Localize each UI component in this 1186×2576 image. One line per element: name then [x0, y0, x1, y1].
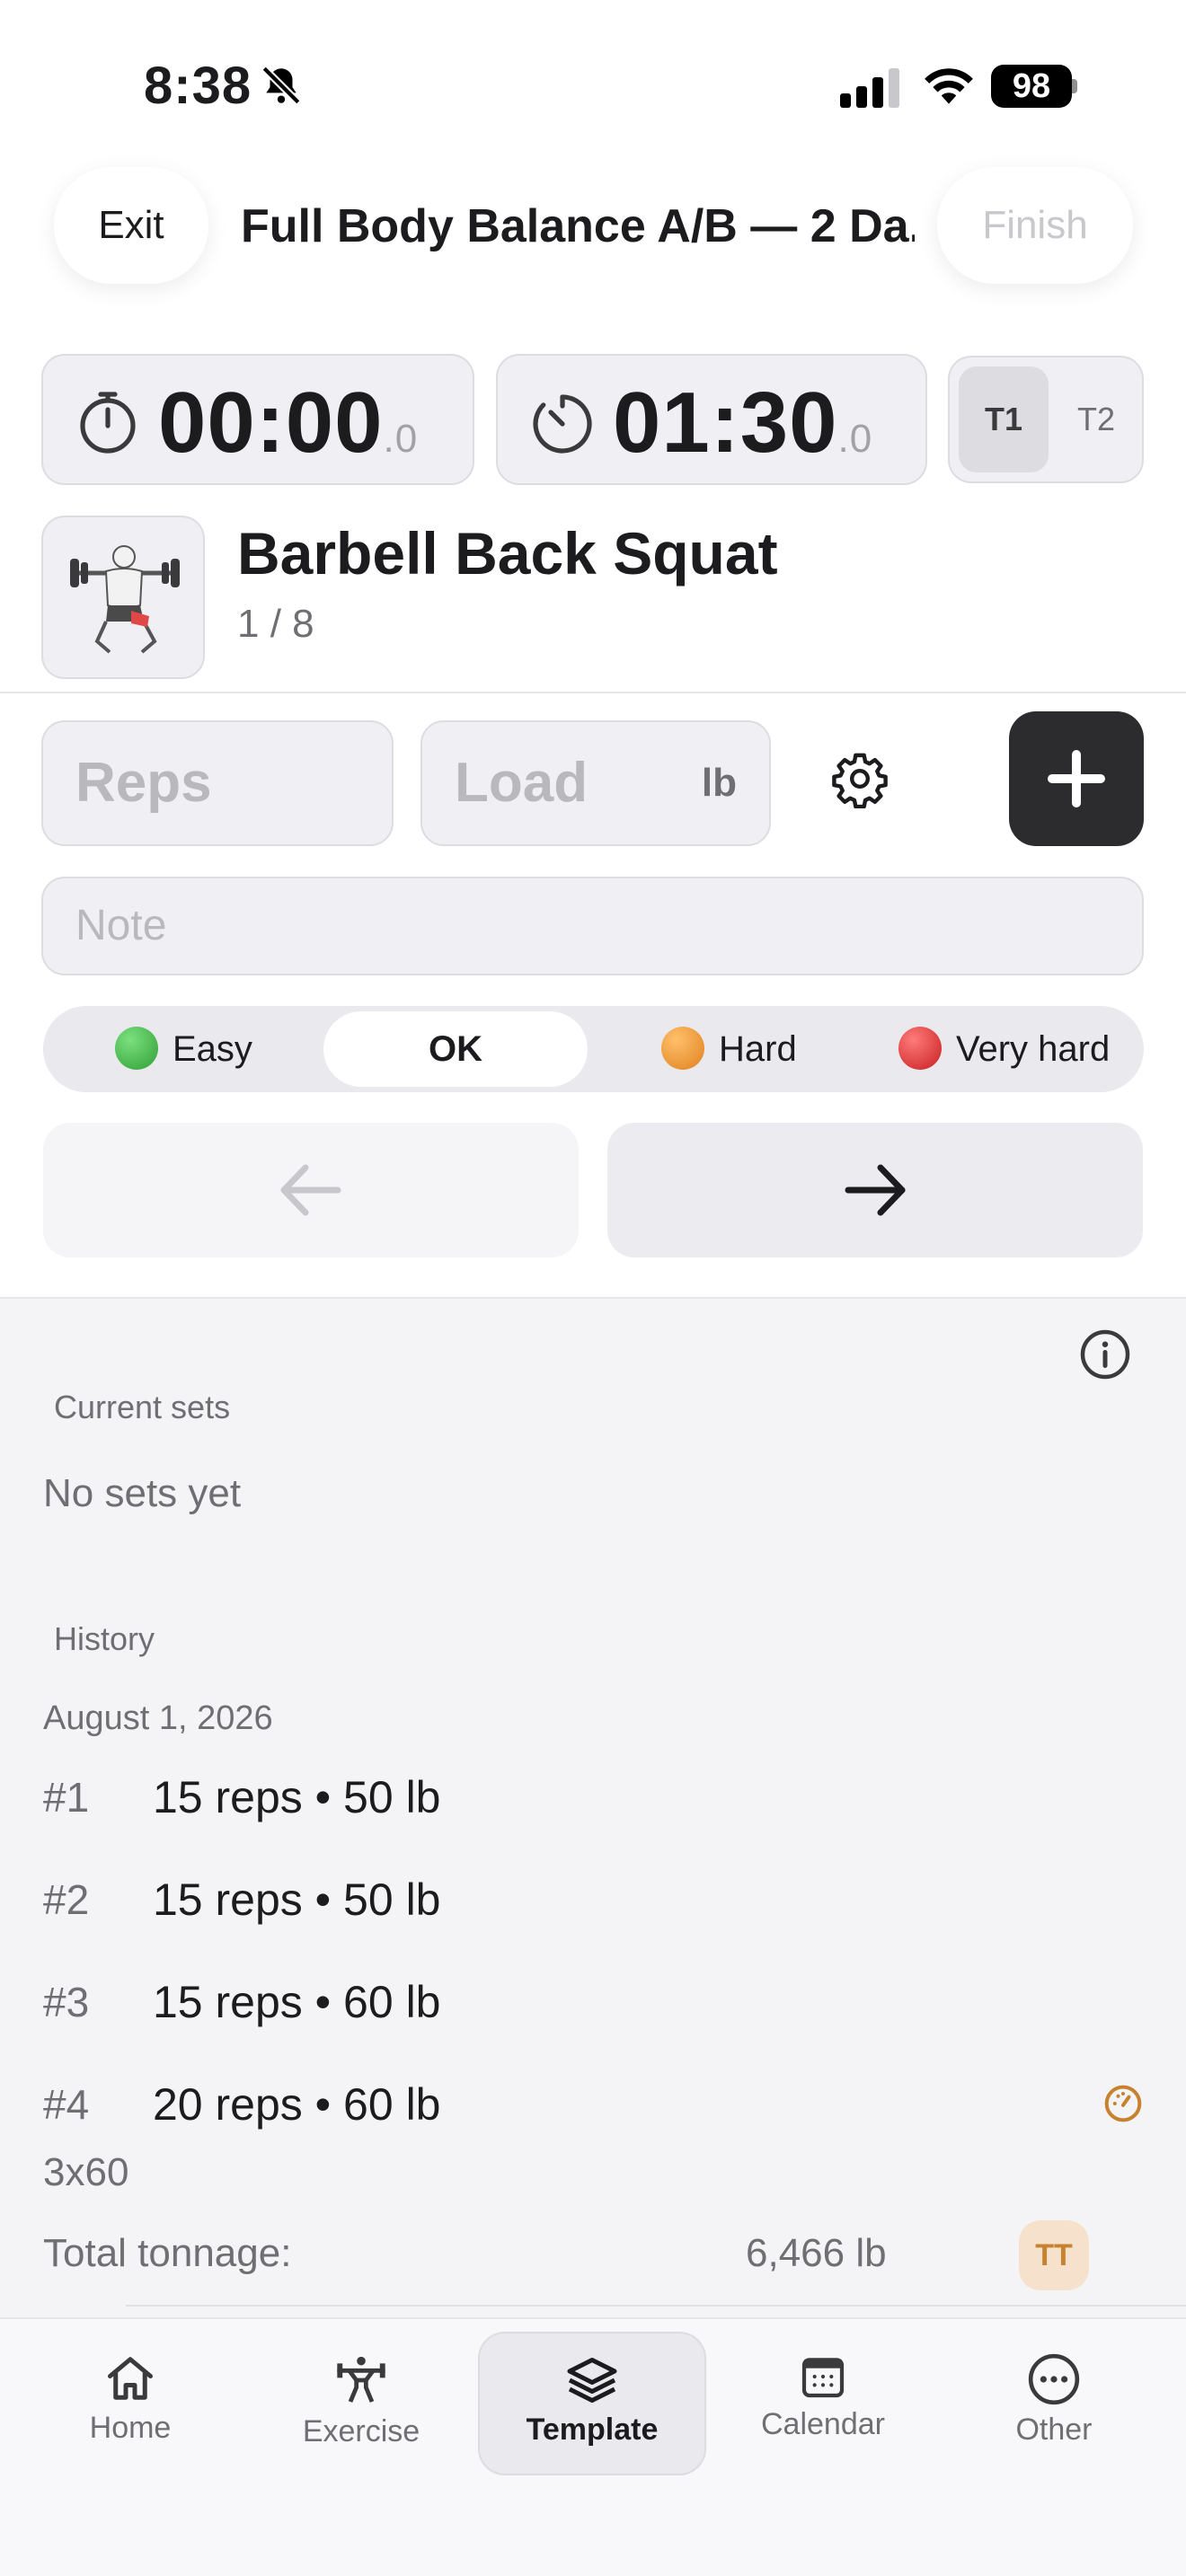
- tab-home-label: Home: [89, 2411, 172, 2445]
- tab-template-label: Template: [526, 2413, 659, 2447]
- set-value: 15 reps • 60 lb: [153, 1977, 441, 2027]
- tab-other[interactable]: Other: [946, 2332, 1162, 2475]
- load-unit: lb: [701, 761, 737, 805]
- calendar-icon: [801, 2358, 845, 2398]
- no-sets-text: No sets yet: [43, 1471, 242, 1515]
- timer-icon: [533, 394, 592, 454]
- set-value: 15 reps • 50 lb: [153, 1875, 441, 1925]
- info-icon[interactable]: [1078, 1328, 1132, 1381]
- cellular-signal-icon: [840, 68, 899, 108]
- bell-off-icon: [261, 66, 301, 105]
- add-set-button[interactable]: [1009, 711, 1144, 846]
- reps-input[interactable]: Reps: [41, 720, 394, 846]
- battery-indicator: 98: [991, 65, 1072, 108]
- effort-very-hard[interactable]: Very hard: [898, 1006, 1110, 1092]
- red-dot-icon: [898, 1027, 942, 1071]
- rest-time: 01:30.0: [613, 375, 873, 471]
- tab-exercise-label: Exercise: [302, 2414, 420, 2448]
- set-number: #3: [43, 1979, 90, 2025]
- home-icon: [108, 2357, 153, 2400]
- divider: [0, 1297, 1186, 1299]
- previous-exercise-button[interactable]: [43, 1123, 579, 1257]
- ellipsis-icon: [1028, 2353, 1080, 2405]
- battery-tip: [1072, 79, 1077, 93]
- next-exercise-button[interactable]: [607, 1123, 1143, 1257]
- load-placeholder: Load: [455, 752, 589, 814]
- history-date: August 1, 2026: [43, 1699, 273, 1737]
- wifi-icon: [925, 68, 973, 104]
- total-tonnage-value: 6,466 lb: [746, 2231, 887, 2275]
- orange-dot-icon: [661, 1027, 704, 1071]
- squat-figure-icon: [70, 545, 180, 654]
- effort-selector[interactable]: Easy OK Hard Very hard: [43, 1006, 1144, 1092]
- effort-ok[interactable]: OK: [323, 1011, 588, 1087]
- load-input[interactable]: Load lb: [420, 720, 771, 846]
- divider: [126, 2305, 1186, 2307]
- finish-button[interactable]: Finish: [937, 167, 1133, 284]
- weightlifter-icon: [337, 2356, 385, 2403]
- history-label: History: [54, 1620, 155, 1657]
- tab-home[interactable]: Home: [22, 2332, 238, 2475]
- arrow-left-icon: [280, 1164, 341, 1216]
- timer-toggle[interactable]: T1 T2: [948, 356, 1144, 483]
- set-value: 20 reps • 60 lb: [153, 2079, 441, 2130]
- arrow-right-icon: [845, 1164, 906, 1216]
- status-time: 8:38: [144, 57, 252, 115]
- tab-calendar[interactable]: Calendar: [715, 2332, 931, 2475]
- rest-timer[interactable]: 01:30.0: [496, 354, 927, 485]
- note-input[interactable]: Note: [41, 877, 1144, 975]
- gauge-icon[interactable]: [1103, 2084, 1143, 2123]
- exercise-name: Barbell Back Squat: [237, 520, 778, 587]
- timer-toggle-t2[interactable]: T2: [1056, 366, 1137, 472]
- divider: [0, 692, 1186, 693]
- tonnage-badge[interactable]: TT: [1019, 2220, 1089, 2290]
- timer-toggle-t1[interactable]: T1: [959, 366, 1049, 472]
- tab-exercise[interactable]: Exercise: [253, 2332, 469, 2475]
- workout-title: Full Body Balance A/B — 2 Da...: [241, 200, 915, 252]
- plus-icon: [1048, 750, 1105, 807]
- set-value: 15 reps • 50 lb: [153, 1772, 441, 1822]
- tab-other-label: Other: [1015, 2413, 1093, 2447]
- green-dot-icon: [115, 1027, 158, 1071]
- effort-hard[interactable]: Hard: [661, 1006, 797, 1092]
- tab-calendar-label: Calendar: [761, 2407, 885, 2441]
- set-number: #1: [43, 1774, 90, 1821]
- exit-button[interactable]: Exit: [54, 167, 208, 284]
- elapsed-timer[interactable]: 00:00.0: [41, 354, 474, 485]
- total-tonnage-label: Total tonnage:: [43, 2231, 292, 2275]
- exercise-progress: 1 / 8: [237, 602, 314, 646]
- tab-template[interactable]: Template: [478, 2332, 706, 2475]
- effort-easy[interactable]: Easy: [115, 1006, 252, 1092]
- set-number: #4: [43, 2081, 90, 2128]
- gear-icon[interactable]: [830, 749, 890, 808]
- set-number: #2: [43, 1876, 90, 1923]
- exercise-thumbnail[interactable]: [41, 516, 205, 679]
- current-sets-label: Current sets: [54, 1389, 231, 1425]
- elapsed-time: 00:00.0: [158, 375, 419, 471]
- history-summary: 3x60: [43, 2150, 129, 2194]
- layers-icon: [567, 2358, 617, 2403]
- stopwatch-icon: [80, 392, 136, 454]
